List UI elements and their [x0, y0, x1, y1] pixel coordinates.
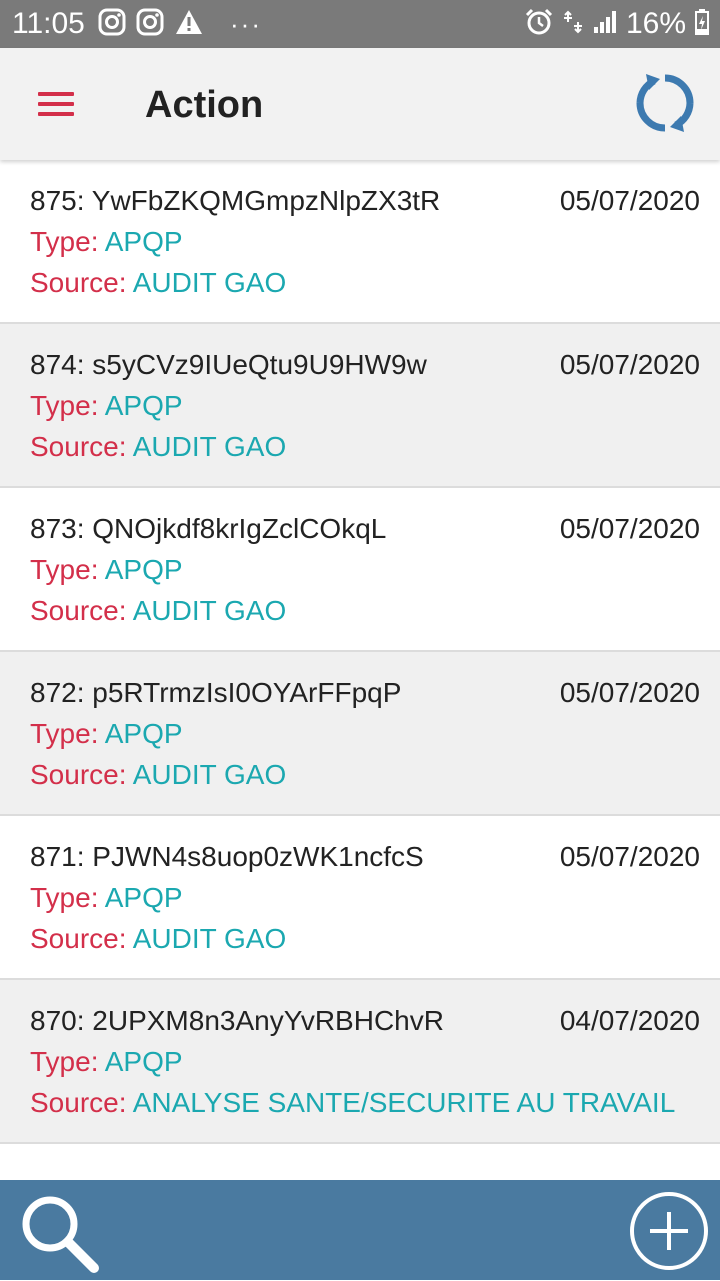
app-bar: Action [0, 48, 720, 160]
type-value: APQP [104, 1046, 183, 1077]
item-type: Type: APQP [30, 716, 183, 752]
type-value: APQP [104, 226, 183, 257]
source-label: Source: [30, 923, 127, 954]
type-value: APQP [104, 882, 183, 913]
source-value: AUDIT GAO [132, 595, 287, 626]
list-item[interactable]: 873: QNOjkdf8krIgZclCOkqL 05/07/2020 Typ… [0, 488, 720, 652]
status-time: 11:05 [12, 7, 85, 40]
battery-charging-icon [694, 8, 710, 41]
source-label: Source: [30, 759, 127, 790]
search-icon[interactable] [16, 1190, 104, 1276]
type-value: APQP [104, 390, 183, 421]
source-value: AUDIT GAO [132, 923, 287, 954]
item-source: Source: AUDIT GAO [30, 429, 286, 465]
item-title: 873: QNOjkdf8krIgZclCOkqL [30, 513, 387, 544]
item-source: Source: AUDIT GAO [30, 921, 286, 957]
warning-icon [174, 8, 204, 41]
type-value: APQP [104, 718, 183, 749]
item-source: Source: AUDIT GAO [30, 757, 286, 793]
list-item[interactable] [0, 1144, 720, 1180]
hamburger-menu-icon[interactable] [28, 78, 84, 130]
item-date: 05/07/2020 [559, 841, 700, 872]
item-source: Source: AUDIT GAO [30, 265, 286, 301]
type-label: Type: [30, 554, 99, 585]
source-label: Source: [30, 595, 127, 626]
source-label: Source: [30, 267, 127, 298]
status-bar: 11:05 ··· 16% [0, 0, 720, 48]
type-label: Type: [30, 718, 99, 749]
source-label: Source: [30, 1087, 127, 1118]
item-date: 05/07/2020 [559, 513, 700, 544]
source-value: AUDIT GAO [132, 267, 287, 298]
action-list: 875: YwFbZKQMGmpzNlpZX3tR 05/07/2020 Typ… [0, 160, 720, 1180]
list-item[interactable]: 875: YwFbZKQMGmpzNlpZX3tR 05/07/2020 Typ… [0, 160, 720, 324]
list-item[interactable]: 872: p5RTrmzIsI0OYArFFpqP 05/07/2020 Typ… [0, 652, 720, 816]
instagram-icon [98, 8, 126, 41]
item-title: 874: s5yCVz9IUeQtu9U9HW9w [30, 349, 427, 380]
type-value: APQP [104, 554, 183, 585]
data-arrows-icon [562, 8, 584, 41]
source-label: Source: [30, 431, 127, 462]
list-item[interactable]: 874: s5yCVz9IUeQtu9U9HW9w 05/07/2020 Typ… [0, 324, 720, 488]
item-type: Type: APQP [30, 880, 183, 916]
source-value: AUDIT GAO [132, 759, 287, 790]
source-value: ANALYSE SANTE/SECURITE AU TRAVAIL [132, 1087, 676, 1118]
type-label: Type: [30, 390, 99, 421]
item-title: 870: 2UPXM8n3AnyYvRBHChvR [30, 1005, 444, 1036]
signal-icon [592, 9, 618, 40]
source-value: AUDIT GAO [132, 431, 287, 462]
item-type: Type: APQP [30, 1044, 183, 1080]
more-dots-icon: ··· [230, 8, 262, 39]
item-date: 04/07/2020 [559, 1005, 700, 1036]
item-title: 875: YwFbZKQMGmpzNlpZX3tR [30, 185, 441, 216]
refresh-icon[interactable] [632, 70, 698, 136]
type-label: Type: [30, 1046, 99, 1077]
item-title: 872: p5RTrmzIsI0OYArFFpqP [30, 677, 402, 708]
battery-percent: 16% [625, 7, 686, 40]
item-source: Source: ANALYSE SANTE/SECURITE AU TRAVAI… [30, 1085, 675, 1121]
list-item[interactable]: 871: PJWN4s8uop0zWK1ncfcS 05/07/2020 Typ… [0, 816, 720, 980]
item-source: Source: AUDIT GAO [30, 593, 286, 629]
type-label: Type: [30, 226, 99, 257]
type-label: Type: [30, 882, 99, 913]
item-type: Type: APQP [30, 552, 183, 588]
item-title: 871: PJWN4s8uop0zWK1ncfcS [30, 841, 424, 872]
system-icons: 16% [524, 7, 710, 42]
page-title: Action [145, 84, 264, 126]
item-date: 05/07/2020 [559, 349, 700, 380]
item-type: Type: APQP [30, 224, 183, 260]
notification-icons: ··· [98, 8, 262, 40]
item-type: Type: APQP [30, 388, 183, 424]
list-item[interactable]: 870: 2UPXM8n3AnyYvRBHChvR 04/07/2020 Typ… [0, 980, 720, 1144]
alarm-icon [524, 7, 554, 42]
item-date: 05/07/2020 [559, 185, 700, 216]
instagram-icon [136, 8, 164, 41]
bottom-bar [0, 1180, 720, 1280]
add-circle-icon[interactable] [628, 1190, 710, 1272]
item-date: 05/07/2020 [559, 677, 700, 708]
